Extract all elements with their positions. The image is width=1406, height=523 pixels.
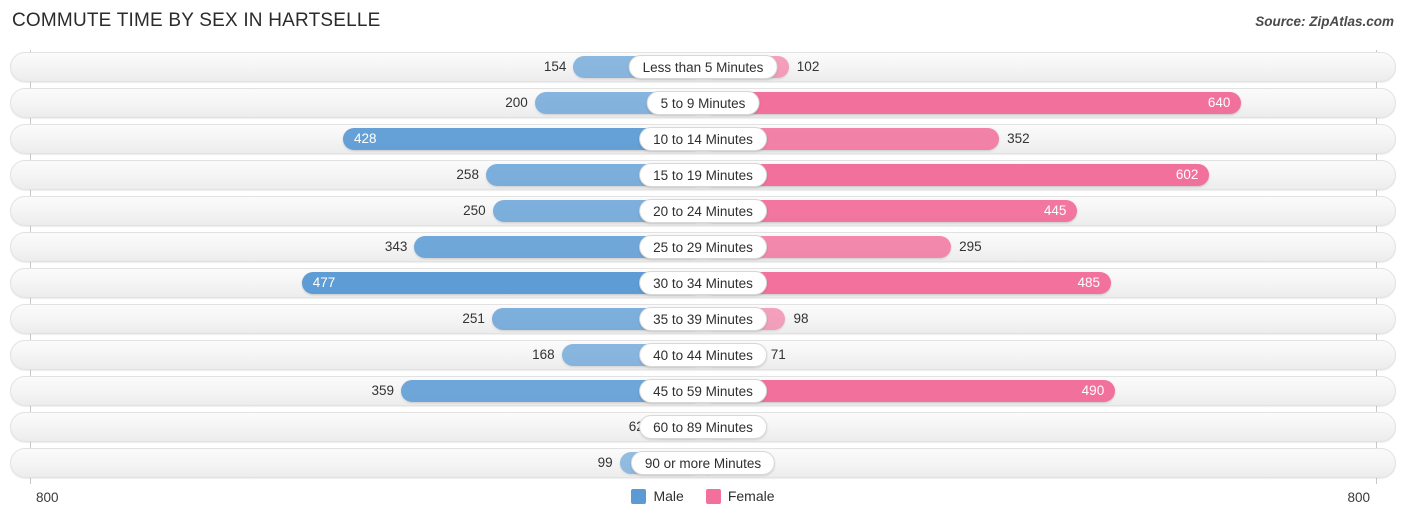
bar-value-male: 359 [371,383,394,398]
legend-item-male[interactable]: Male [631,488,684,504]
bar-value-female: 485 [1077,275,1100,290]
bar-value-female: 640 [1207,95,1231,110]
chart-legend: Male Female [0,488,1406,504]
chart-row: 624460 to 89 Minutes [10,412,1396,442]
bar-value-female: 102 [796,59,820,74]
bar-value-female: 71 [770,347,786,362]
category-label: 45 to 59 Minutes [639,379,767,403]
bar-value-male: 62 [628,419,644,434]
bar-value-male: 258 [456,167,479,182]
chart-row: 250 445 20 to 24 Minutes [10,196,1396,226]
page-title: COMMUTE TIME BY SEX IN HARTSELLE [12,10,381,31]
bar-value-male: 428 [353,131,377,146]
legend-swatch-icon [631,488,647,504]
bar-value-female: 490 [1081,383,1105,398]
bar-value-female: 352 [1007,131,1030,146]
category-label: 90 or more Minutes [630,451,776,475]
chart-row: 251 98 35 to 39 Minutes [10,304,1396,334]
category-label: 25 to 29 Minutes [639,235,767,259]
bar-female[interactable] [703,92,1242,114]
bar-value-male: 99 [597,455,613,470]
category-label: 30 to 34 Minutes [639,271,767,295]
bar-value-male: 168 [532,347,555,362]
chart-row: 258 602 15 to 19 Minutes [10,160,1396,190]
chart-row: 200 640 5 to 9 Minutes [10,88,1396,118]
chart-row: 154 102 Less than 5 Minutes [10,52,1396,82]
bar-value-female: 445 [1043,203,1067,218]
category-label: 35 to 39 Minutes [639,307,767,331]
legend-label: Female [727,488,775,504]
category-label: 60 to 89 Minutes [639,415,767,439]
plot-area: 154 102 Less than 5 Minutes 200 640 5 to 9 Mi… [0,48,1406,488]
category-label: 10 to 14 Minutes [639,127,767,151]
chart-row: 428 352 10 to 14 Minutes [10,124,1396,154]
bar-value-male: 250 [463,203,486,218]
category-label: 15 to 19 Minutes [639,163,767,187]
legend-swatch-icon [705,488,721,504]
legend-label: Male [653,488,684,504]
bar-value-male: 343 [384,239,408,254]
category-label: 40 to 44 Minutes [639,343,767,367]
bar-value-male: 477 [312,275,336,290]
chart-row: 477 485 30 to 34 Minutes [10,268,1396,298]
chart-row: 99890 or more Minutes [10,448,1396,478]
category-label: 20 to 24 Minutes [639,199,767,223]
source-attribution: Source: ZipAtlas.com [1255,14,1394,29]
bar-value-male: 200 [505,95,528,110]
chart-row: 359 490 45 to 59 Minutes [10,376,1396,406]
commute-time-by-sex-chart: COMMUTE TIME BY SEX IN HARTSELLE Source:… [0,0,1406,523]
legend-item-female[interactable]: Female [705,488,775,504]
bar-value-female: 295 [959,239,982,254]
bar-value-male: 251 [462,311,485,326]
chart-row: 168 71 40 to 44 Minutes [10,340,1396,370]
bar-value-male: 154 [543,59,567,74]
chart-row: 343 295 25 to 29 Minutes [10,232,1396,262]
bar-value-female: 602 [1175,167,1199,182]
bar-female[interactable] [703,164,1210,186]
category-label: 5 to 9 Minutes [646,91,760,115]
category-label: Less than 5 Minutes [628,55,778,79]
bar-value-female: 98 [793,311,809,326]
